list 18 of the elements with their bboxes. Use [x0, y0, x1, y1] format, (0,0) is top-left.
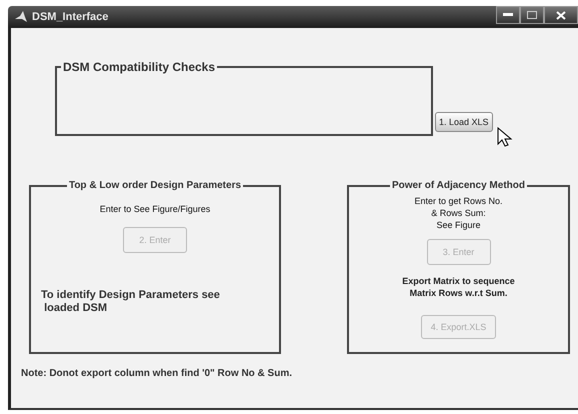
maximize-icon [527, 11, 537, 19]
cursor-icon [497, 127, 515, 147]
panel-title: Power of Adjacency Method [391, 180, 526, 191]
close-button[interactable] [544, 6, 578, 24]
note-text: Note: Donot export column when find '0" Row No & Sum. [21, 368, 294, 379]
info-text: Export Matrix to sequence Matrix Rows w.r.t Sum. [402, 275, 515, 299]
window-title: DSM_Interface [32, 11, 108, 23]
minimize-icon [503, 13, 513, 17]
instruction-text: Enter to See Figure/Figures [100, 203, 210, 215]
load-button[interactable]: 1. Load XLS [435, 112, 493, 132]
info-text: To identify Design Parameters see loaded DSM [41, 289, 220, 315]
minimize-button[interactable] [496, 6, 520, 24]
maximize-button[interactable] [520, 6, 544, 24]
close-icon [556, 10, 566, 20]
panel-title: Top & Low order Design Parameters [68, 180, 242, 191]
app-icon [14, 10, 28, 24]
instruction-text: Enter to get Rows No. & Rows Sum: See Figure [414, 195, 503, 231]
panel-title: DSM Compatibility Checks [62, 60, 216, 74]
